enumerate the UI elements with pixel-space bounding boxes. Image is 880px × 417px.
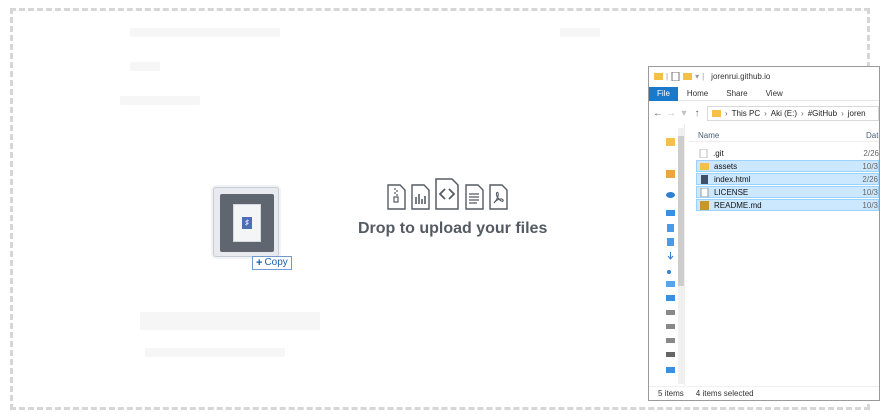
breadcrumb-separator: › — [725, 108, 728, 118]
file-date: 10/3 — [862, 200, 878, 210]
downloads-icon[interactable] — [666, 252, 675, 260]
tab-home[interactable]: Home — [678, 87, 717, 101]
column-name[interactable]: Name — [698, 131, 719, 140]
folder-icon[interactable] — [666, 170, 675, 178]
breadcrumb-separator: › — [841, 108, 844, 118]
folder-icon[interactable] — [666, 238, 675, 246]
address-bar[interactable]: › This PC › Aki (E:) › #GitHub › joren — [707, 105, 879, 121]
scrollbar[interactable] — [678, 128, 684, 384]
dragged-file: ♯ — [213, 187, 279, 257]
document-icon: ♯ — [233, 204, 261, 242]
breadcrumb-this-pc[interactable]: This PC — [732, 109, 760, 118]
this-pc-icon[interactable] — [666, 210, 675, 218]
forward-arrow-icon[interactable]: → — [666, 108, 676, 119]
plus-icon: + — [256, 257, 263, 269]
dropdown-icon[interactable]: ▾ — [695, 72, 699, 81]
file-date: 10/3 — [862, 187, 878, 197]
navigation-pane[interactable] — [649, 124, 685, 386]
quick-access-icon[interactable] — [666, 138, 675, 146]
pdf-file-icon — [489, 184, 508, 210]
file-date: 2/26 — [862, 174, 878, 184]
file-row[interactable]: LICENSE 10/3 — [696, 186, 879, 198]
music-icon[interactable] — [666, 266, 675, 274]
column-date[interactable]: Date — [866, 131, 879, 140]
file-row[interactable]: index.html 2/26 — [696, 173, 879, 185]
file-row[interactable]: assets 10/3 — [696, 160, 879, 172]
text-file-icon — [465, 184, 484, 210]
background-content — [130, 28, 280, 37]
breadcrumb-github[interactable]: #GitHub — [808, 109, 837, 118]
code-file-icon — [435, 178, 459, 210]
breadcrumb-separator: › — [801, 108, 804, 118]
drive-icon[interactable] — [666, 336, 675, 344]
folder-icon — [654, 72, 663, 80]
tab-file[interactable]: File — [649, 86, 678, 101]
drive-icon[interactable] — [666, 322, 675, 330]
file-row[interactable]: .git 2/26 — [696, 147, 879, 159]
file-name: assets — [714, 161, 738, 171]
file-type-icons — [385, 178, 509, 210]
breadcrumb-current[interactable]: joren — [848, 109, 866, 118]
file-list[interactable]: Name Date .git 2/26 assets 10/3 index.ht… — [689, 124, 879, 386]
separator: | — [666, 71, 669, 81]
file-explorer-window[interactable]: | ▾ | jorenrui.github.io File Home Share… — [648, 66, 880, 401]
window-titlebar[interactable]: | ▾ | jorenrui.github.io — [649, 67, 879, 85]
onedrive-icon[interactable] — [666, 190, 675, 198]
file-row[interactable]: README.md 10/3 — [696, 199, 879, 211]
drive-icon[interactable] — [666, 350, 675, 358]
background-content — [120, 96, 200, 105]
folder-icon — [700, 162, 709, 170]
column-header: Name Date — [689, 128, 879, 142]
breadcrumb-separator: › — [764, 108, 767, 118]
chart-file-icon — [411, 184, 430, 210]
background-content — [140, 312, 320, 330]
back-arrow-icon[interactable]: ← — [653, 108, 663, 119]
file-date: 10/3 — [862, 161, 878, 171]
markdown-file-icon — [700, 200, 709, 210]
file-name: LICENSE — [714, 187, 749, 197]
status-bar: 5 items 4 items selected — [649, 386, 879, 400]
copy-badge: + Copy — [252, 256, 292, 270]
folder-icon — [699, 148, 708, 158]
file-icon — [700, 187, 709, 197]
tab-view[interactable]: View — [757, 87, 792, 101]
file-date: 2/26 — [863, 148, 879, 158]
properties-icon[interactable] — [671, 71, 680, 81]
pictures-icon[interactable] — [666, 280, 675, 288]
copy-label: Copy — [264, 257, 288, 268]
file-name: README.md — [714, 200, 762, 210]
ribbon-tabs: File Home Share View — [649, 86, 879, 101]
drop-prompt: Drop to upload your files — [358, 220, 548, 237]
address-row: ← → ▾ ↑ › This PC › Aki (E:) › #GitHub ›… — [649, 103, 879, 123]
network-icon[interactable] — [666, 366, 675, 374]
file-type-glyph: ♯ — [242, 217, 252, 229]
up-arrow-icon[interactable]: ↑ — [692, 108, 702, 119]
drive-icon[interactable] — [666, 308, 675, 316]
file-name: .git — [713, 148, 724, 158]
background-content — [560, 28, 600, 37]
item-count: 5 items — [658, 389, 684, 398]
videos-icon[interactable] — [666, 294, 675, 302]
html-file-icon — [701, 174, 708, 184]
recent-dropdown-icon[interactable]: ▾ — [679, 108, 689, 119]
background-content — [145, 348, 285, 357]
background-content — [130, 62, 160, 71]
breadcrumb-drive[interactable]: Aki (E:) — [771, 109, 797, 118]
folder-icon — [712, 109, 721, 117]
file-name: index.html — [714, 174, 751, 184]
tab-share[interactable]: Share — [717, 87, 756, 101]
zip-file-icon — [387, 184, 406, 210]
folder-icon[interactable] — [666, 224, 675, 232]
new-folder-icon[interactable] — [683, 72, 693, 81]
selection-count: 4 items selected — [695, 389, 754, 398]
window-title: jorenrui.github.io — [711, 71, 771, 81]
separator: | — [702, 71, 705, 81]
scrollbar-thumb[interactable] — [678, 136, 684, 286]
file-thumbnail: ♯ — [220, 194, 274, 252]
